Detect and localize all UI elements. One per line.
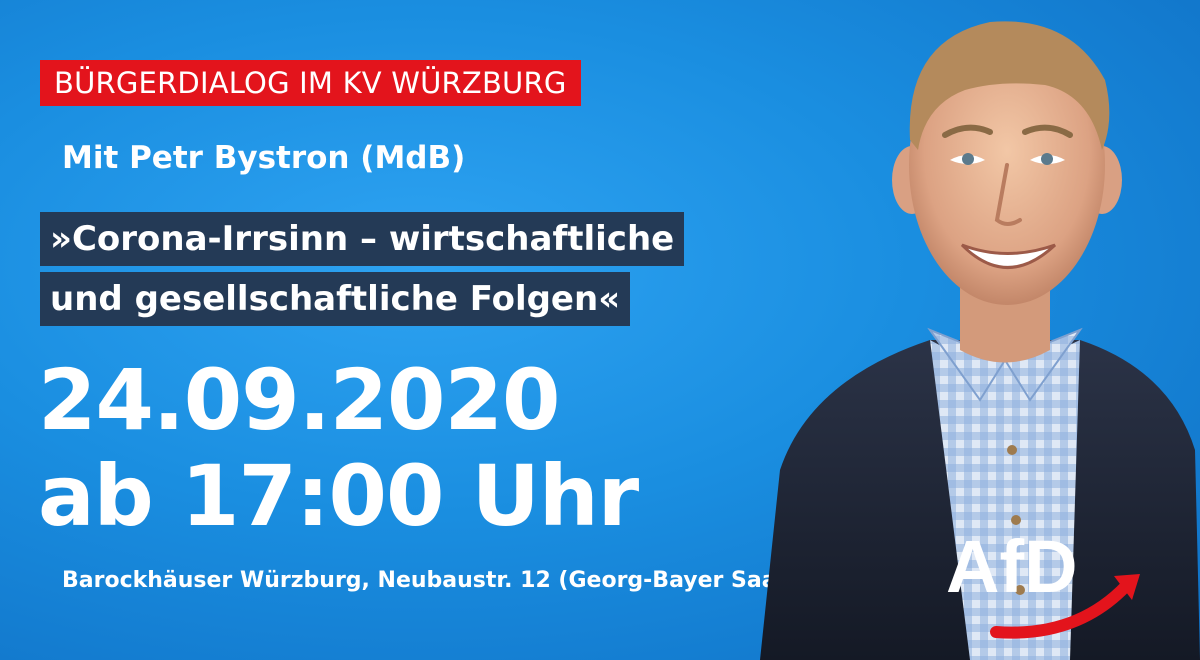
event-date: 24.09.2020 xyxy=(38,351,560,449)
event-type-label: BÜRGERDIALOG IM KV WÜRZBURG xyxy=(40,60,581,106)
speaker-line: Mit Petr Bystron (MdB) xyxy=(62,140,466,176)
topic-line-1: »Corona-Irrsinn – wirtschaftliche xyxy=(40,212,685,266)
topic-line-2: und gesellschaftliche Folgen« xyxy=(40,272,631,326)
afd-logo: AfD xyxy=(946,525,1140,639)
event-time: ab 17:00 Uhr xyxy=(38,447,639,545)
event-venue: Barockhäuser Würzburg, Neubaustr. 12 (Ge… xyxy=(62,568,795,593)
event-banner: BÜRGERDIALOG IM KV WÜRZBURG Mit Petr Bys… xyxy=(0,0,1200,660)
afd-logo-text: AfD xyxy=(946,525,1078,608)
